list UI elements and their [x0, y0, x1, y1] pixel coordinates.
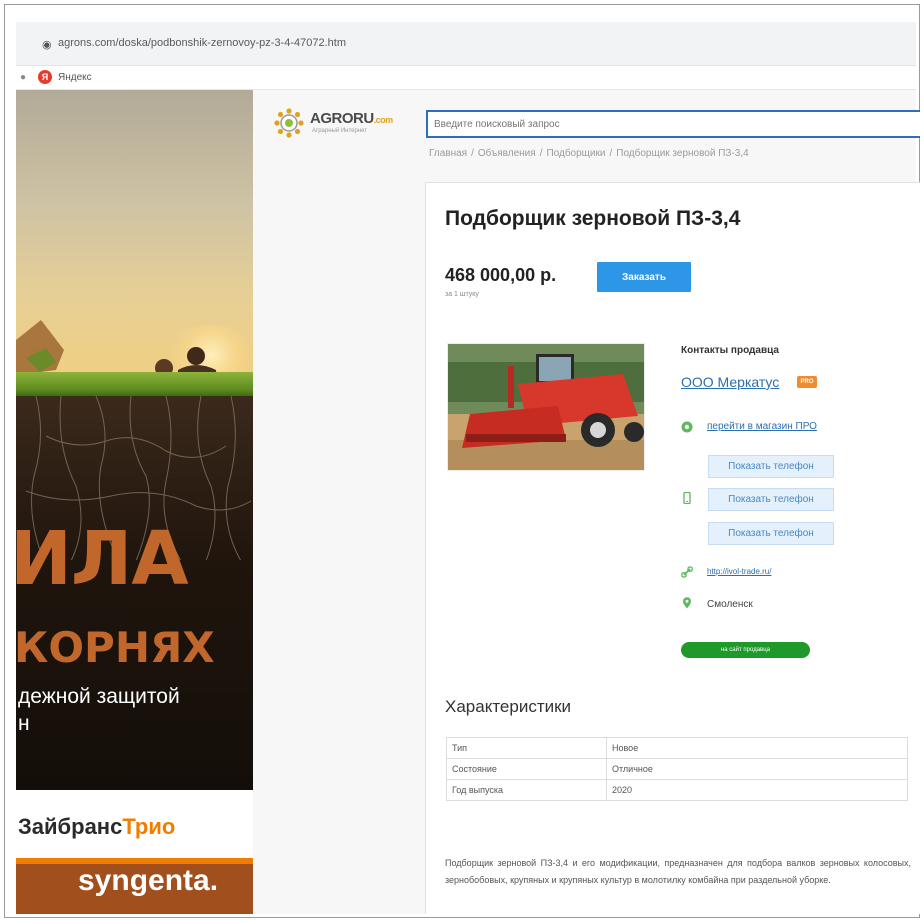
combine-harvester-image [448, 344, 644, 470]
location-pin-icon [683, 597, 691, 609]
seller-link[interactable]: ООО Меркатус [681, 374, 779, 390]
spec-value: 2020 [606, 779, 908, 801]
banner-subtitle-1: дежной защитой [18, 685, 180, 708]
banner-grass [16, 372, 253, 398]
product-title: Подборщик зерновой ПЗ-3,4 [445, 207, 741, 230]
mobile-phone-icon [683, 492, 691, 504]
table-row: Состояние Отличное [446, 758, 908, 780]
breadcrumb: Главная / Объявления / Подборщики / Подборщик … [429, 148, 749, 159]
sunflower-gear-icon [274, 108, 304, 138]
seller-website-link[interactable]: http://ivol-trade.ru/ [707, 567, 771, 576]
banner-brand-a: Зайбранс [18, 814, 123, 839]
breadcrumb-current: Подборщик зерновой ПЗ-3,4 [616, 148, 749, 159]
seller-site-button[interactable]: на сайт продавца [681, 642, 810, 658]
logo-suffix: .com [373, 115, 394, 125]
show-phone-button-1[interactable]: Показать телефон [708, 455, 834, 478]
banner-headline-2: КОРНЯХ [16, 623, 215, 672]
breadcrumb-ads[interactable]: Объявления [478, 148, 536, 159]
table-row: Тип Новое [446, 737, 908, 759]
link-icon [681, 566, 693, 578]
breadcrumb-separator: / [471, 148, 474, 159]
product-photo[interactable] [447, 343, 645, 471]
product-description: Подборщик зерновой ПЗ-3,4 и его модифика… [445, 858, 911, 885]
table-row: Год выпуска 2020 [446, 779, 908, 801]
contacts-heading: Контакты продавца [681, 345, 779, 356]
breadcrumb-separator: / [539, 148, 543, 159]
spec-key: Год выпуска [446, 779, 607, 801]
show-phone-button-3[interactable]: Показать телефон [708, 522, 834, 545]
breadcrumb-category[interactable]: Подборщики [546, 148, 605, 159]
spec-key: Тип [446, 737, 607, 759]
banner-subtitle-2: н [18, 712, 30, 735]
characteristics-heading: Характеристики [445, 697, 572, 716]
seller-pro-badge: PRO [797, 376, 817, 388]
order-button[interactable]: Заказать [597, 262, 691, 292]
search-input[interactable] [426, 110, 920, 138]
company-store-link[interactable]: перейти в магазин ПРО [707, 421, 817, 432]
spec-key: Состояние [446, 758, 607, 780]
banner-partner-logo: syngenta. [78, 864, 219, 897]
logo-text: AGRORU [310, 110, 374, 127]
banner-brand-b: Трио [122, 814, 176, 839]
seller-city: Смоленск [707, 599, 753, 610]
apps-dot-icon[interactable]: ● [20, 72, 26, 83]
address-url[interactable]: agrons.com/doska/podbonshik-zernovoy-pz-… [58, 37, 346, 49]
banner-headline-1: ИЛА [16, 516, 189, 602]
product-price: 468 000,00 р. [445, 265, 557, 285]
breadcrumb-separator: / [609, 148, 613, 159]
logo-wordmark: AGRORU.com [310, 110, 393, 127]
bookmarks-bar: ● Я Яндекс [16, 66, 916, 90]
ad-banner[interactable]: ИЛА КОРНЯХ дежной защитой н ЗайбрансТрио… [16, 90, 253, 914]
show-phone-button-2[interactable]: Показать телефон [708, 488, 834, 511]
breadcrumb-home[interactable]: Главная [429, 148, 467, 159]
address-bar[interactable]: ◉ agrons.com/doska/podbonshik-zernovoy-p… [16, 22, 916, 66]
logo-tagline: Аграрный Интернет [312, 128, 368, 134]
site-info-icon[interactable]: ◉ [42, 38, 52, 51]
price-unit: за 1 штуку [445, 291, 479, 298]
spec-value: Отличное [606, 758, 908, 780]
bookmark-yandex[interactable]: Яндекс [58, 72, 92, 83]
banner-brand: ЗайбрансТрио [18, 814, 175, 840]
spec-value: Новое [606, 737, 908, 759]
site-logo[interactable]: AGRORU.com Аграрный Интернет [274, 106, 416, 146]
yandex-icon[interactable]: Я [38, 70, 52, 84]
globe-icon [681, 421, 693, 433]
characteristics-table: Тип Новое Состояние Отличное Год выпуска… [446, 737, 908, 801]
